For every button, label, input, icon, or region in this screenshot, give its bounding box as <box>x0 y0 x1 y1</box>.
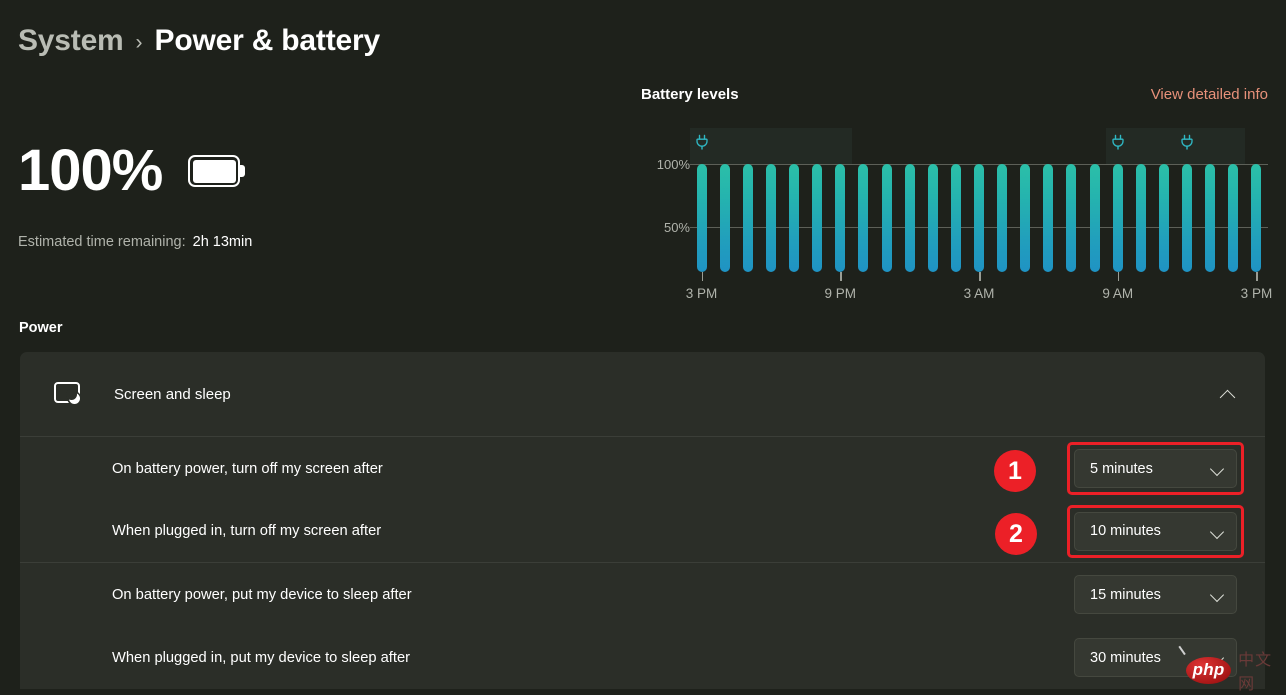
x-axis-tick <box>979 272 981 281</box>
x-axis-tick-label: 3 AM <box>963 286 995 301</box>
chart-bar <box>1158 164 1169 272</box>
y-axis-tick-50: 50% <box>663 220 690 235</box>
dropdown-selected-value: 5 minutes <box>1090 460 1153 477</box>
chart-bar <box>835 164 846 272</box>
chart-bar <box>742 164 753 272</box>
chart-bar <box>765 164 776 272</box>
timeout-dropdown[interactable]: 5 minutes <box>1074 449 1237 488</box>
chart-bar <box>1043 164 1054 272</box>
chart-bar <box>812 164 823 272</box>
chart-bar <box>1089 164 1100 272</box>
chart-bar <box>927 164 938 272</box>
y-axis-tick-100: 100% <box>656 157 690 172</box>
chart-bar <box>1020 164 1031 272</box>
setting-row: When plugged in, turn off my screen afte… <box>20 500 1265 563</box>
chevron-up-icon[interactable] <box>1220 386 1237 403</box>
chart-bar <box>1251 164 1262 272</box>
x-axis-tick-label: 3 PM <box>685 286 718 301</box>
chart-bar <box>997 164 1008 272</box>
chart-plot <box>690 112 1268 272</box>
chevron-right-icon: › <box>135 30 143 54</box>
watermark: php 中文网 <box>1178 638 1286 694</box>
breadcrumb: System › Power & battery <box>18 20 380 62</box>
chart-bar <box>1135 164 1146 272</box>
view-detailed-info-link[interactable]: View detailed info <box>1151 86 1268 103</box>
chevron-down-icon[interactable] <box>1210 587 1225 602</box>
annotation-badge-1: 1 <box>994 450 1036 492</box>
watermark-php-logo: php <box>1186 656 1232 684</box>
watermark-text: 中文网 <box>1238 652 1273 693</box>
setting-label: On battery power, put my device to sleep… <box>112 586 412 603</box>
chart-bar <box>858 164 869 272</box>
chart-bar <box>1228 164 1239 272</box>
battery-summary: 100% Estimated time remaining: 2h 13min <box>18 130 618 251</box>
chevron-down-icon[interactable] <box>1210 461 1225 476</box>
screen-and-sleep-card: Screen and sleep On battery power, turn … <box>20 352 1265 689</box>
chart-title: Battery levels <box>641 86 739 103</box>
setting-label: When plugged in, turn off my screen afte… <box>112 523 382 539</box>
dropdown-wrapper: 5 minutes <box>1067 442 1244 495</box>
chart-bar <box>789 164 800 272</box>
x-axis-tick <box>701 272 704 281</box>
chart-bar <box>1182 164 1193 272</box>
x-axis-tick <box>840 272 842 281</box>
setting-label: On battery power, turn off my screen aft… <box>112 460 383 477</box>
plug-icon <box>695 134 709 150</box>
charging-band <box>690 128 852 164</box>
dropdown-wrapper: 10 minutes <box>1067 504 1244 558</box>
chart-bar <box>719 164 730 272</box>
battery-percent-value: 100% <box>18 138 163 203</box>
chevron-down-icon[interactable] <box>1210 524 1225 539</box>
annotation-badge-2: 2 <box>995 513 1037 555</box>
estimated-time-value: 2h 13min <box>192 234 253 250</box>
chart-bar <box>1066 164 1077 272</box>
page-title: Power & battery <box>154 24 381 57</box>
x-axis: 3 PM 9 PM 3 AM 9 AM 3 PM <box>686 272 1272 318</box>
x-axis-tick <box>1256 272 1258 281</box>
dropdown-wrapper: 15 minutes <box>1074 575 1237 614</box>
x-axis-tick-label: 3 PM <box>1240 286 1273 301</box>
battery-level-row: 100% <box>18 130 618 212</box>
setting-row: On battery power, turn off my screen aft… <box>20 437 1265 500</box>
battery-levels-chart-panel: Battery levels View detailed info 100% 5… <box>641 86 1272 301</box>
screen-and-sleep-label: Screen and sleep <box>114 385 231 403</box>
estimated-time-remaining: Estimated time remaining: 2h 13min <box>18 234 618 250</box>
x-axis-tick-label: 9 PM <box>824 286 857 301</box>
x-axis-tick <box>1117 272 1120 281</box>
timeout-dropdown[interactable]: 10 minutes <box>1074 511 1237 551</box>
screen-and-sleep-icon <box>54 382 82 406</box>
settings-rows: On battery power, turn off my screen aft… <box>20 437 1265 689</box>
chart-bar <box>1112 164 1123 272</box>
screen-and-sleep-header[interactable]: Screen and sleep <box>20 352 1265 437</box>
setting-row: On battery power, put my device to sleep… <box>20 563 1265 626</box>
chart-bar <box>881 164 892 272</box>
timeout-dropdown[interactable]: 15 minutes <box>1074 575 1237 614</box>
power-section-title: Power <box>19 320 63 336</box>
setting-label: When plugged in, put my device to sleep … <box>112 649 411 666</box>
chart-bar <box>950 164 961 272</box>
dropdown-selected-value: 10 minutes <box>1090 523 1161 539</box>
battery-full-icon <box>188 155 246 187</box>
chart-bar <box>904 164 915 272</box>
plug-icon <box>1180 134 1194 150</box>
chart-area: 100% 50% 3 PM 9 PM 3 AM 9 AM 3 PM <box>641 112 1272 301</box>
chart-header: Battery levels View detailed info <box>641 86 1268 103</box>
chart-bar <box>696 164 707 272</box>
breadcrumb-parent-system[interactable]: System <box>18 24 124 58</box>
plug-icon <box>1111 134 1125 150</box>
chart-bar <box>974 164 984 272</box>
x-axis-tick-label: 9 AM <box>1102 286 1134 301</box>
estimated-time-label: Estimated time remaining: <box>18 234 186 250</box>
setting-row: When plugged in, put my device to sleep … <box>20 626 1265 689</box>
dropdown-selected-value: 15 minutes <box>1090 586 1161 603</box>
chart-bar <box>1205 164 1216 272</box>
